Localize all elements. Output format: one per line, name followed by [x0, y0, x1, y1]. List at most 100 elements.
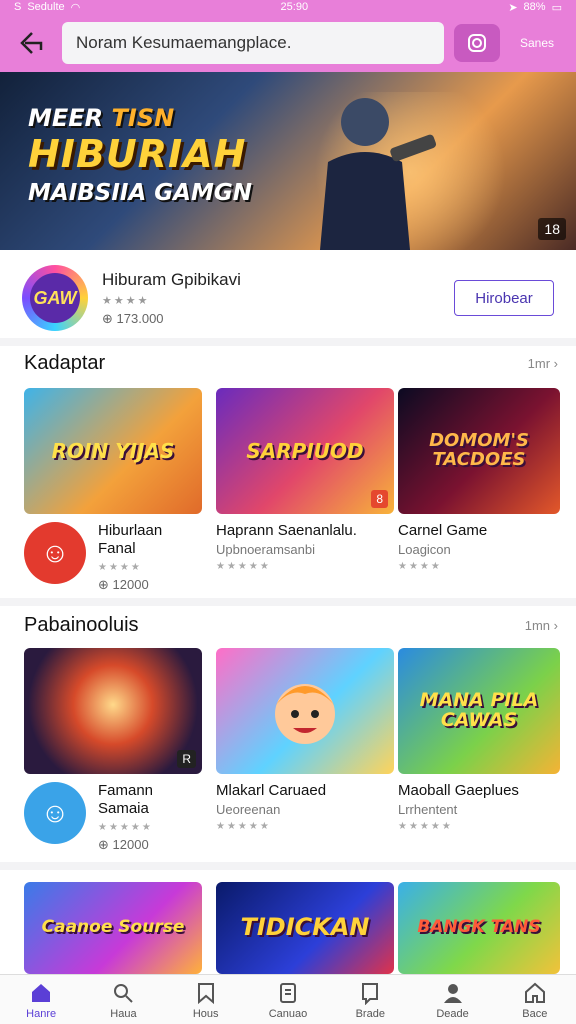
nav-item-device[interactable]: Canuao [247, 975, 329, 1024]
game-count-value: 12000 [112, 837, 149, 852]
game-count-value: 12000 [112, 577, 149, 592]
banner-line-1: MEER TISN [28, 104, 252, 132]
divider [0, 338, 576, 346]
game-card[interactable]: BANGK TANS [398, 882, 560, 974]
game-card[interactable]: ROIN YIJAS ☺ Hiburlaan Fanal ★★★★ ⊕ 1200… [24, 388, 202, 593]
nav-item-flag[interactable]: Brade [329, 975, 411, 1024]
game-card[interactable]: Caanoe Sourse [24, 882, 202, 974]
section-more-2-label: 1mn [524, 618, 551, 633]
game-developer: Lrrhentent [398, 802, 458, 817]
thumbnail-badge: 8 [371, 490, 388, 508]
camera-button[interactable] [454, 24, 500, 62]
wifi-icon: ◠ [70, 1, 81, 14]
bookmark-icon [193, 980, 219, 1006]
game-thumbnail: Caanoe Sourse [24, 882, 202, 974]
back-button[interactable] [12, 23, 52, 63]
game-card[interactable]: R ☺ Famann Samaia ★★★★★ ⊕ 12000 [24, 648, 202, 853]
section-title-2: Pabainooluis [24, 614, 139, 636]
nav-label: Hanre [26, 1007, 57, 1020]
section-more-1[interactable]: 1mr › [528, 356, 558, 371]
download-icon: ⊕ [98, 577, 109, 592]
banner-line-1a: MEER [28, 104, 104, 132]
hero-banner[interactable]: MEER TISN HIBURIAH MAIBSIIA GAMGN 18 [0, 72, 576, 250]
game-name: Carnel Game [398, 522, 488, 539]
banner-line-3: MAIBSIIA GAMGN [28, 180, 252, 206]
nav-label: Hous [192, 1007, 219, 1020]
game-thumbnail: MANA PILA CAWAS [398, 648, 560, 774]
card-meta: ☺ Hiburlaan Fanal ★★★★ ⊕ 12000 [24, 522, 202, 593]
game-card[interactable]: DOMOM'S TACDOES Carnel Game Loagicon ★★★… [398, 388, 560, 572]
chevron-right-icon: › [553, 356, 558, 371]
banner-text: MEER TISN HIBURIAH MAIBSIIA GAMGN [28, 104, 252, 206]
game-avatar: ☺ [24, 782, 86, 844]
game-thumbnail: DOMOM'S TACDOES [398, 388, 560, 514]
follow-button[interactable]: Hirobear [454, 280, 554, 316]
age-rating-badge: 18 [538, 218, 566, 240]
featured-app-row[interactable]: GAW Hiburam Gpibikavi ★★★★ ⊕ 173.000 Hir… [0, 258, 576, 338]
card-meta: ☺ Famann Samaia ★★★★★ ⊕ 12000 [24, 782, 202, 853]
location-icon: ➤ [508, 1, 518, 14]
app-rating-stars: ★★★★ [102, 294, 150, 307]
divider [0, 862, 576, 870]
game-name: Maoball Gaeplues [398, 782, 519, 799]
game-thumbnail: R [24, 648, 202, 774]
game-count: ⊕ 12000 [98, 837, 202, 853]
nav-item-search[interactable]: Haua [82, 975, 164, 1024]
back-icon [20, 32, 43, 54]
banner-character-illustration [320, 98, 437, 250]
nav-label: Haua [110, 1007, 137, 1020]
nav-item-home[interactable]: Hanre [0, 975, 82, 1024]
game-rating-stars: ★★★★ [398, 561, 442, 572]
game-rating-stars: ★★★★ [98, 562, 142, 573]
battery-icon: ▭ [551, 1, 562, 14]
card-meta: Maoball Gaeplues Lrrhentent ★★★★★ [398, 782, 560, 832]
section-title-1: Kadaptar [24, 352, 106, 374]
game-card[interactable]: Mlakarl Caruaed Ueoreenan ★★★★★ [216, 648, 394, 832]
app-info: Hiburam Gpibikavi ★★★★ ⊕ 173.000 [102, 270, 454, 327]
nav-label: Brade [355, 1007, 385, 1020]
app-name: Hiburam Gpibikavi [102, 269, 241, 289]
game-card[interactable]: TIDICKAN [216, 882, 394, 974]
thumbnail-title: TIDICKAN [240, 913, 370, 942]
game-card[interactable]: MANA PILA CAWAS Maoball Gaeplues Lrrhent… [398, 648, 560, 832]
app-logo-text: GAW [30, 273, 80, 323]
section-more-2[interactable]: 1mn › [525, 618, 558, 633]
game-rating-stars: ★★★★★ [398, 821, 453, 832]
chevron-right-icon: › [553, 618, 558, 633]
card-meta: Haprann Saenanlalu. Upbnoeramsanbi ★★★★★ [216, 522, 394, 572]
search-input[interactable]: Noram Kesumaemangplace. [62, 22, 444, 64]
nav-item-bookmarks[interactable]: Hous [165, 975, 247, 1024]
top-bar: Noram Kesumaemangplace. Sanes [0, 14, 576, 72]
search-icon [110, 980, 136, 1006]
banner-line-1b: TISN [111, 104, 175, 132]
section-header-1: Kadaptar 1mr › [24, 352, 558, 375]
card-meta: Mlakarl Caruaed Ueoreenan ★★★★★ [216, 782, 394, 832]
card-meta: Carnel Game Loagicon ★★★★ [398, 522, 560, 572]
game-developer: Upbnoeramsanbi [216, 542, 316, 557]
game-rating-stars: ★★★★★ [216, 561, 271, 572]
camera-icon [468, 34, 486, 52]
divider [0, 598, 576, 606]
thumbnail-badge: R [177, 750, 196, 768]
home-icon [28, 980, 54, 1006]
thumbnail-title: MANA PILA CAWAS [419, 689, 539, 731]
game-thumbnail [216, 648, 394, 774]
status-time: 25:90 [280, 1, 309, 13]
nav-label: Canuao [268, 1007, 308, 1020]
nav-item-profile[interactable]: Deade [411, 975, 493, 1024]
game-thumbnail: TIDICKAN [216, 882, 394, 974]
search-input-value: Noram Kesumaemangplace. [76, 33, 292, 52]
game-name: Hiburlaan Fanal [98, 522, 163, 557]
game-thumbnail: BANGK TANS [398, 882, 560, 974]
language-selector[interactable]: Sanes [510, 36, 564, 50]
nav-item-house[interactable]: Bace [494, 975, 576, 1024]
house-outline-icon [522, 980, 548, 1006]
nav-label: Bace [522, 1007, 548, 1020]
thumbnail-title: DOMOM'S TACDOES [429, 430, 529, 470]
download-icon: ⊕ [102, 310, 113, 326]
status-bar: S Sedulte ◠ 25:90 ➤ 88% ▭ [0, 0, 576, 14]
bottom-nav: Hanre Haua Hous Canuao Brade Deade Bace [0, 974, 576, 1024]
app-download-count: ⊕ 173.000 [102, 311, 454, 327]
app-logo: GAW [22, 265, 88, 331]
game-card[interactable]: SARPIUOD 8 Haprann Saenanlalu. Upbnoeram… [216, 388, 394, 572]
